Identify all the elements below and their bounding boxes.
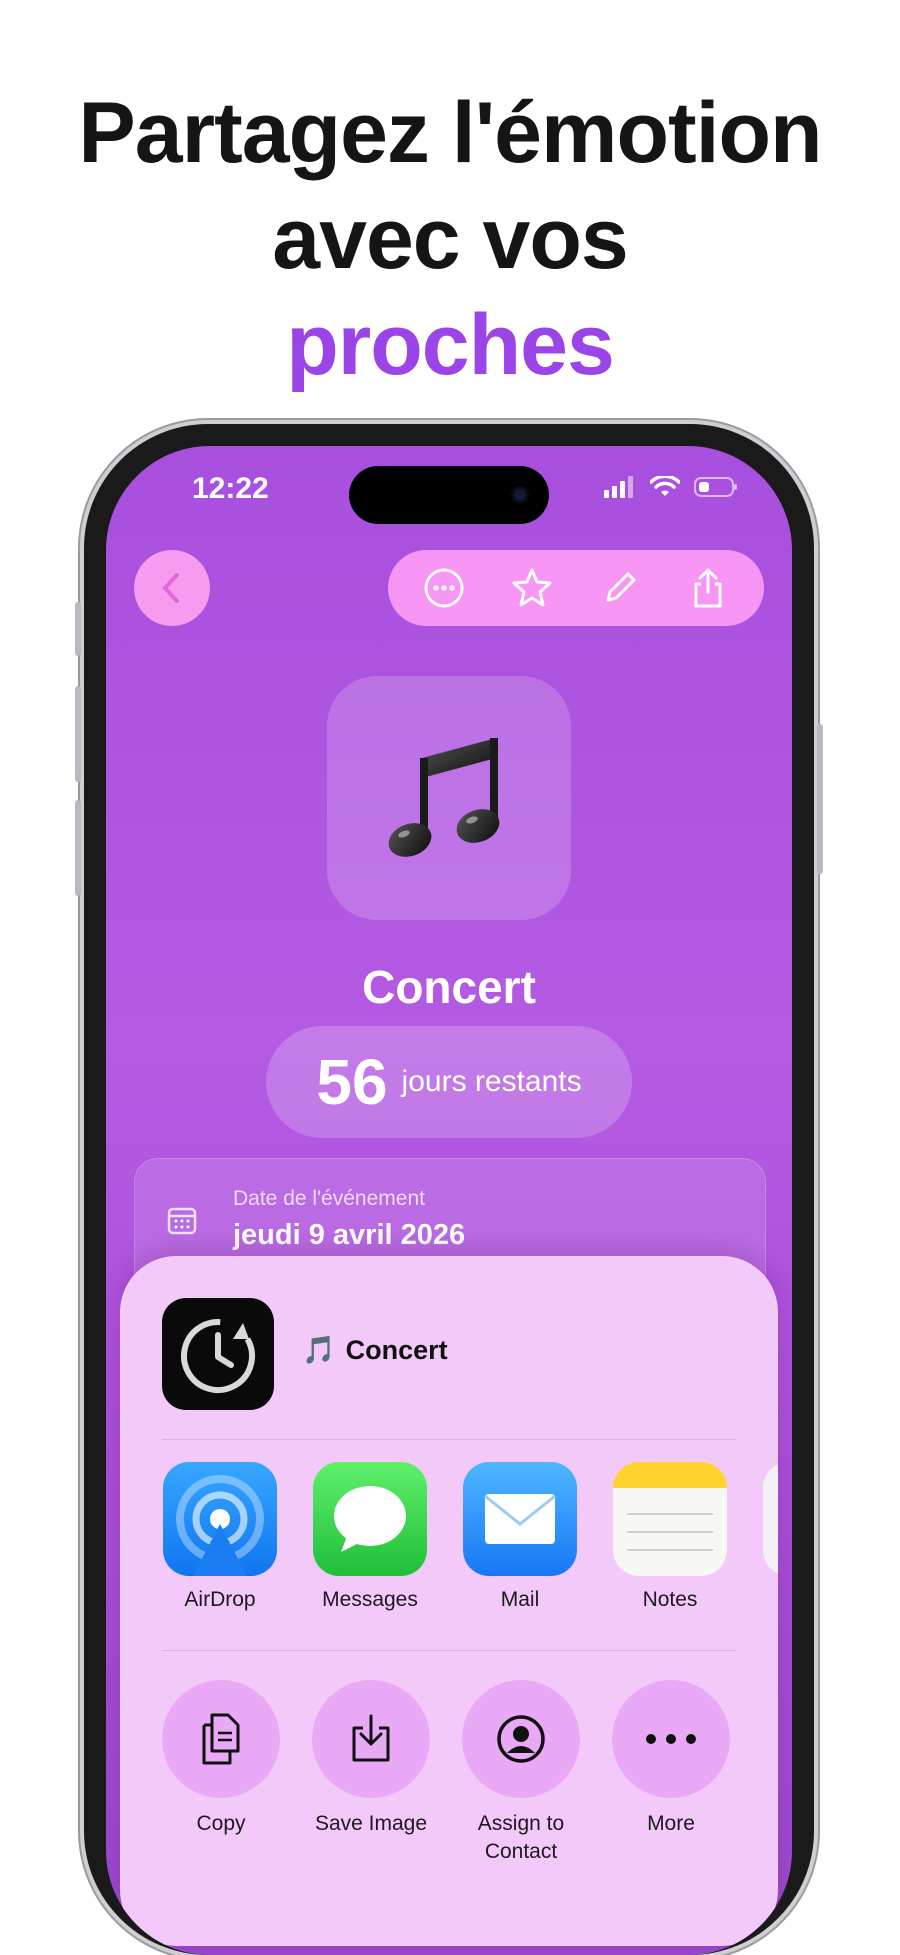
share-app-notes[interactable]: Notes — [612, 1462, 728, 1612]
phone-screen: 12:22 Concert 56 jours restants Date de … — [106, 446, 792, 1955]
action-label: More — [647, 1812, 695, 1835]
power-button — [817, 724, 823, 874]
more-options-button[interactable] — [414, 558, 474, 618]
divider — [162, 1650, 736, 1651]
event-date-label: Date de l'événement — [233, 1187, 425, 1210]
save-image-action[interactable]: Save Image — [305, 1680, 437, 1838]
share-app-label: AirDrop — [184, 1588, 256, 1611]
share-app-label: Mail — [500, 1588, 540, 1611]
messages-icon — [313, 1462, 427, 1576]
event-emoji-tile — [327, 676, 571, 920]
music-notes-icon — [388, 738, 500, 857]
share-item-name: Concert — [345, 1334, 448, 1365]
event-title: Concert — [362, 961, 536, 1013]
dynamic-island — [349, 466, 549, 524]
more-action[interactable]: More — [605, 1680, 737, 1838]
copy-action[interactable]: Copy — [155, 1680, 287, 1838]
volume-down-button — [75, 800, 81, 896]
toolbar — [388, 550, 764, 626]
headline: Partagez l'émotion avec vos proches — [0, 80, 900, 398]
calendar-icon — [167, 1207, 197, 1235]
contact-icon — [497, 1715, 545, 1763]
share-button[interactable] — [678, 558, 738, 618]
countdown-pill: 56 jours restants — [266, 1026, 632, 1138]
status-icons — [604, 476, 738, 498]
headline-line-1: Partagez l'émotion — [78, 85, 822, 181]
share-actions-row: Copy Save Image Assign to Contact More — [162, 1680, 762, 1880]
back-button[interactable] — [134, 550, 210, 626]
share-item-emoji: 🎵 — [302, 1335, 336, 1365]
share-app-messages[interactable]: Messages — [312, 1462, 428, 1612]
divider — [162, 1439, 736, 1440]
share-apps-row: AirDrop Messages Mail Notes — [162, 1462, 778, 1632]
more-icon — [646, 1734, 696, 1744]
more-action-button[interactable] — [612, 1680, 730, 1798]
action-label: Assign to Contact — [477, 1812, 565, 1863]
back-chevron-icon — [163, 573, 179, 603]
ellipsis-circle-icon — [424, 568, 464, 608]
status-time: 12:22 — [192, 472, 269, 505]
battery-icon — [694, 477, 737, 497]
share-app-partial[interactable] — [762, 1462, 778, 1576]
headline-line-2: avec vos — [272, 191, 628, 287]
favorite-button[interactable] — [502, 558, 562, 618]
save-image-action-button[interactable] — [312, 1680, 430, 1798]
copy-action-button[interactable] — [162, 1680, 280, 1798]
camera-icon — [511, 486, 529, 504]
share-icon — [694, 568, 722, 608]
action-label: Save Image — [314, 1812, 428, 1835]
share-sheet: 🎵 Concert AirDrop Messages Mail Notes Co… — [120, 1256, 778, 1946]
action-button — [75, 602, 81, 656]
countdown-label: jours restants — [401, 1065, 582, 1098]
edit-button[interactable] — [590, 558, 650, 618]
notes-icon — [613, 1462, 727, 1576]
cellular-signal-icon — [604, 476, 633, 498]
share-app-airdrop[interactable]: AirDrop — [162, 1462, 278, 1612]
volume-up-button — [75, 686, 81, 782]
share-app-mail[interactable]: Mail — [462, 1462, 578, 1612]
share-app-label: Messages — [322, 1588, 418, 1611]
app-icon-partial — [763, 1462, 778, 1576]
phone-frame: 12:22 Concert 56 jours restants Date de … — [75, 424, 823, 1955]
wifi-icon — [650, 476, 680, 496]
pencil-icon — [606, 572, 636, 602]
star-icon — [512, 568, 552, 607]
assign-contact-action-button[interactable] — [462, 1680, 580, 1798]
countdown-value: 56 — [316, 1046, 388, 1118]
assign-contact-action[interactable]: Assign to Contact — [455, 1680, 587, 1866]
copy-icon — [202, 1713, 240, 1765]
save-image-icon — [352, 1714, 390, 1762]
event-date-value: jeudi 9 avril 2026 — [233, 1219, 466, 1251]
clock-refresh-icon — [181, 1319, 255, 1393]
headline-accent: proches — [286, 297, 615, 393]
share-item-title: 🎵 Concert — [302, 1334, 448, 1366]
share-app-label: Notes — [642, 1588, 698, 1611]
app-icon — [162, 1298, 274, 1410]
action-label: Copy — [196, 1812, 246, 1835]
mail-icon — [463, 1462, 577, 1576]
airdrop-icon — [163, 1462, 277, 1576]
